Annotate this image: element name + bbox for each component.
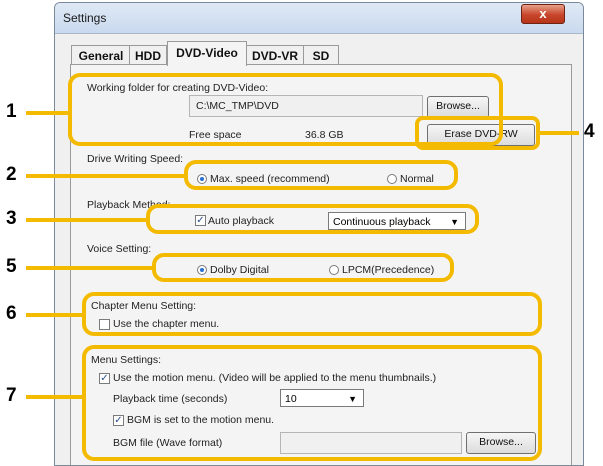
title-bar: Settings x <box>55 3 583 34</box>
voice-setting-label: Voice Setting: <box>87 243 152 255</box>
tab-dvd-video[interactable]: DVD-Video <box>167 41 247 66</box>
callout-number-3: 3 <box>6 208 17 229</box>
callout-box-4 <box>415 116 540 150</box>
tab-general[interactable]: General <box>71 45 131 66</box>
close-button[interactable]: x <box>521 4 565 24</box>
leader-line-5 <box>26 266 153 270</box>
drive-speed-label: Drive Writing Speed: <box>87 153 184 165</box>
callout-number-6: 6 <box>6 303 17 324</box>
callout-number-2: 2 <box>6 164 17 185</box>
leader-line-1 <box>26 111 69 115</box>
leader-line-7 <box>26 395 83 399</box>
window-title: Settings <box>63 11 107 25</box>
tab-hdd[interactable]: HDD <box>129 45 167 66</box>
callout-number-1: 1 <box>6 101 17 122</box>
callout-box-5 <box>152 253 454 282</box>
leader-line-3 <box>26 218 147 222</box>
close-icon: x <box>539 6 547 21</box>
leader-line-4 <box>539 131 579 135</box>
callout-box-2 <box>184 160 458 190</box>
tab-dvd-vr[interactable]: DVD-VR <box>245 45 305 66</box>
callout-number-7: 7 <box>6 385 17 406</box>
callout-box-3 <box>146 204 479 234</box>
callout-box-6 <box>82 292 542 336</box>
leader-line-2 <box>26 174 185 178</box>
tab-sd[interactable]: SD <box>303 45 339 66</box>
callout-box-7 <box>82 345 542 461</box>
callout-number-5: 5 <box>6 256 17 277</box>
callout-number-4: 4 <box>584 121 595 142</box>
leader-line-6 <box>26 313 83 317</box>
